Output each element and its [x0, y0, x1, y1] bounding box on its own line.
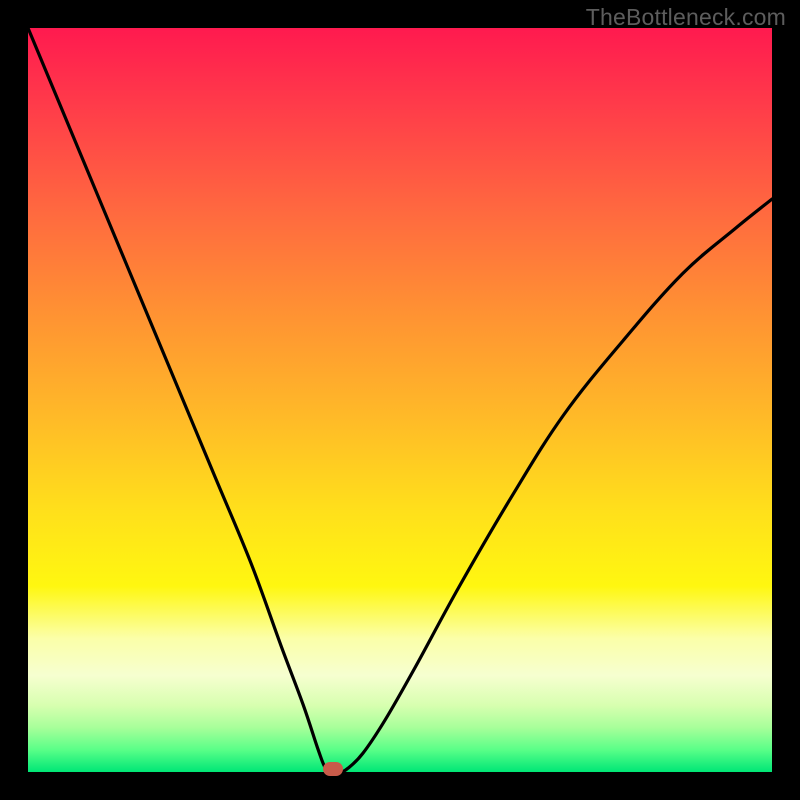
chart-frame: TheBottleneck.com	[0, 0, 800, 800]
watermark-text: TheBottleneck.com	[586, 4, 786, 31]
optimum-marker	[323, 762, 343, 776]
curve-svg	[28, 28, 772, 772]
bottleneck-curve	[28, 28, 772, 772]
plot-area	[28, 28, 772, 772]
